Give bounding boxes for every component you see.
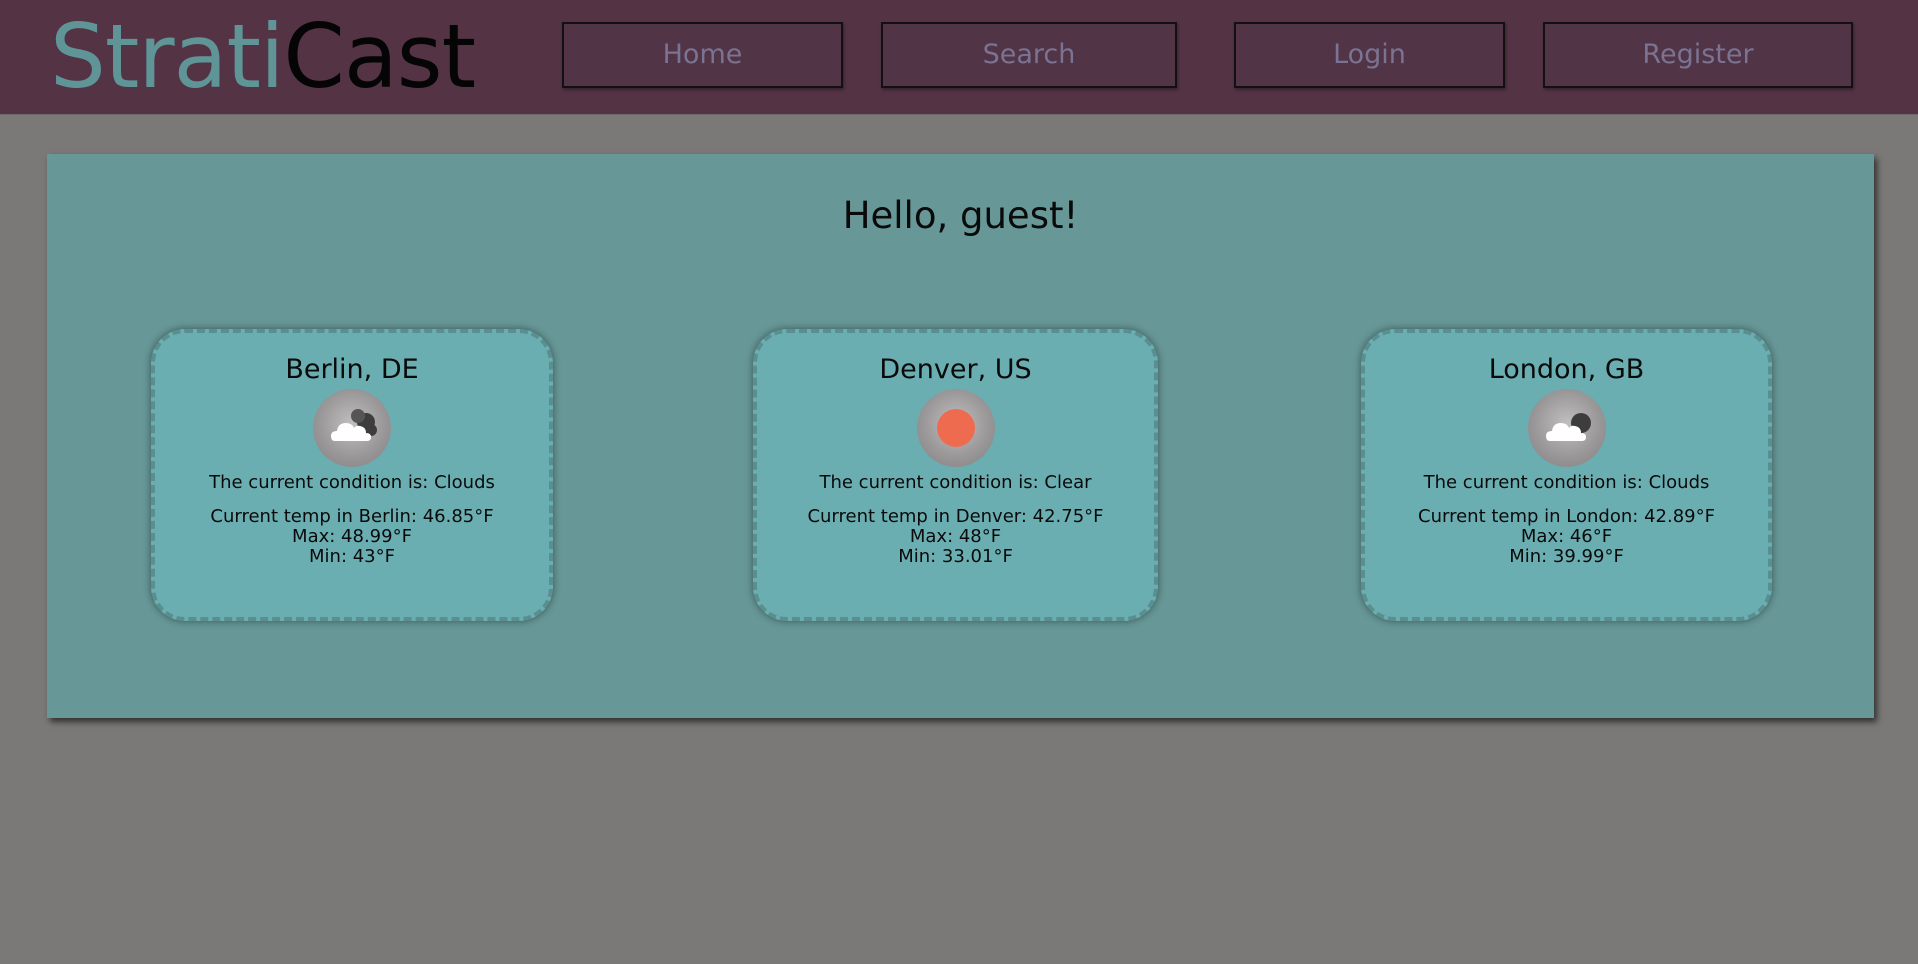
card-temps: Current temp in London: 42.89°F Max: 46°… — [1365, 507, 1768, 567]
weather-card-denver: Denver, US The current condition is: Cle… — [753, 329, 1158, 621]
card-condition: The current condition is: Clouds — [209, 472, 495, 493]
card-min-temp: Min: 33.01°F — [898, 546, 1013, 567]
card-min-temp: Min: 43°F — [309, 546, 395, 567]
card-current-temp: Current temp in London: 42.89°F — [1418, 506, 1715, 527]
weather-card-london: London, GB The current condition is: Clo… — [1361, 329, 1772, 621]
clouds-icon — [1527, 389, 1606, 467]
card-city-name: Berlin, DE — [285, 354, 419, 385]
greeting-heading: Hello, guest! — [842, 194, 1079, 237]
card-max-temp: Max: 46°F — [1520, 526, 1613, 547]
card-current-temp: Current temp in Denver: 42.75°F — [807, 506, 1104, 527]
card-max-temp: Max: 48°F — [909, 526, 1002, 547]
main-panel: Hello, guest! Berlin, DE The current con… — [47, 154, 1874, 718]
card-condition: The current condition is: Clouds — [1423, 472, 1710, 493]
site-header: StratiCast Home Search Login Register — [0, 0, 1918, 115]
card-temps: Current temp in Denver: 42.75°F Max: 48°… — [757, 507, 1154, 567]
clear-sun-icon — [916, 389, 995, 467]
nav-register-button[interactable]: Register — [1543, 22, 1853, 88]
card-temps: Current temp in Berlin: 46.85°F Max: 48.… — [155, 507, 549, 567]
logo-part-cast: Cast — [283, 5, 476, 108]
card-min-temp: Min: 39.99°F — [1509, 546, 1624, 567]
nav-login-button[interactable]: Login — [1234, 22, 1505, 88]
card-max-temp: Max: 48.99°F — [292, 526, 412, 547]
nav-home-button[interactable]: Home — [562, 22, 843, 88]
weather-card-berlin: Berlin, DE The current condition is: Clo… — [151, 329, 553, 621]
logo-part-strati: Strati — [50, 5, 284, 108]
card-city-name: Denver, US — [879, 354, 1032, 385]
card-city-name: London, GB — [1488, 354, 1645, 385]
card-condition: The current condition is: Clear — [819, 472, 1092, 493]
card-current-temp: Current temp in Berlin: 46.85°F — [210, 506, 494, 527]
clouds-icon — [313, 389, 391, 467]
site-logo[interactable]: StratiCast — [50, 4, 476, 110]
nav-search-button[interactable]: Search — [881, 22, 1177, 88]
